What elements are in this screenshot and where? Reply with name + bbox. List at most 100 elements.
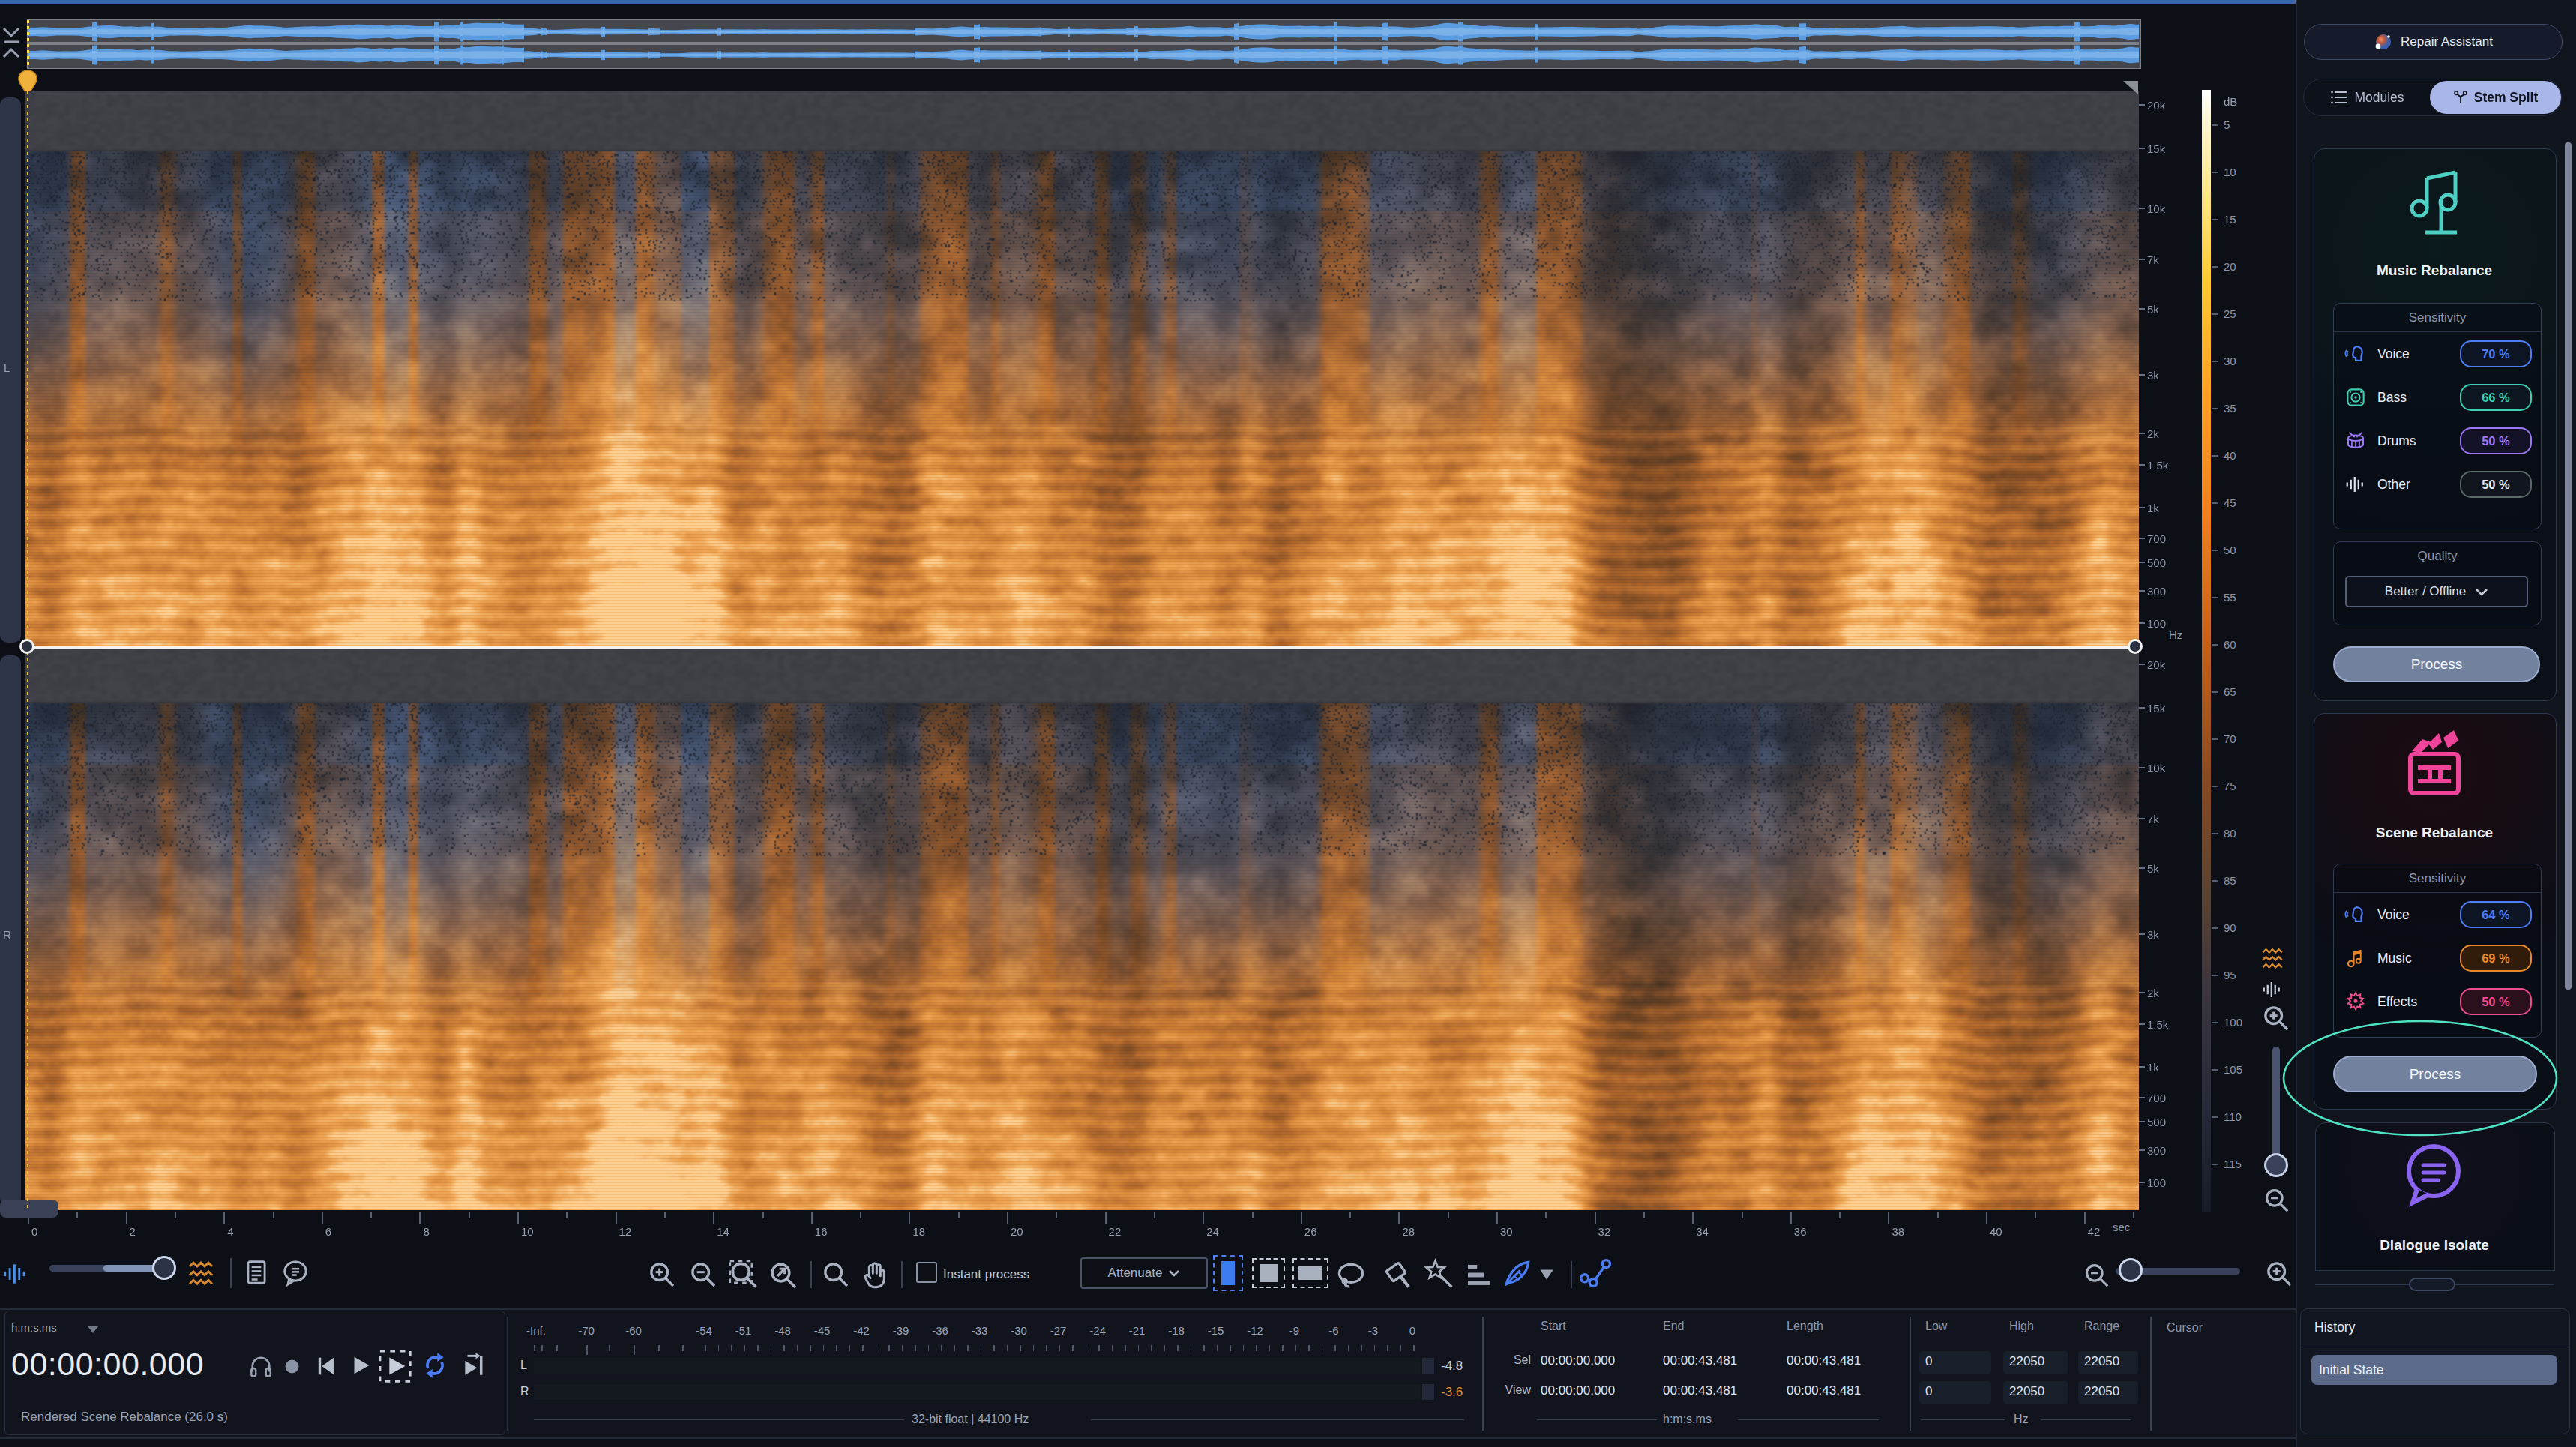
- sensitivity-value-badge[interactable]: 64 %: [2460, 901, 2532, 928]
- chevron-down-icon: [2475, 588, 2488, 596]
- adjust-bars-icon[interactable]: [1463, 1260, 1494, 1291]
- lasso-selection-icon[interactable]: [1334, 1260, 1367, 1293]
- selection-handle-right[interactable]: [2128, 639, 2143, 654]
- skip-to-start-icon[interactable]: [313, 1353, 339, 1379]
- play-icon[interactable]: [348, 1353, 373, 1378]
- instant-process-checkbox[interactable]: [916, 1262, 937, 1283]
- play-selection-icon[interactable]: [378, 1349, 412, 1383]
- selection-value[interactable]: 00:00:43.481: [1787, 1353, 1861, 1368]
- sidebar-resize-handle[interactable]: [2409, 1278, 2455, 1291]
- freq-label: 300: [2147, 585, 2166, 598]
- sensitivity-value-badge[interactable]: 50 %: [2460, 427, 2532, 454]
- overview-collapse-icon[interactable]: [1, 22, 21, 63]
- balance-slider-knob[interactable]: [152, 1256, 176, 1280]
- meter-scale-label: -36: [925, 1324, 955, 1337]
- meter-value-r: -3.6: [1441, 1385, 1463, 1400]
- db-tick: [2212, 691, 2218, 693]
- spectrogram-view-icon[interactable]: [186, 1259, 216, 1289]
- time-tick: [1349, 1212, 1351, 1218]
- loop-playback-icon[interactable]: [420, 1350, 450, 1380]
- corner-fold-icon[interactable]: [2122, 79, 2140, 96]
- meter-scale-label: -48: [768, 1324, 798, 1337]
- brush-tool-icon[interactable]: [1384, 1258, 1417, 1291]
- selection-split-line[interactable]: [25, 646, 2139, 649]
- selection-handle-left[interactable]: [19, 639, 34, 654]
- music-quality-dropdown[interactable]: Better / Offline: [2345, 576, 2528, 607]
- tab-modules[interactable]: Modules: [2304, 79, 2431, 115]
- vzoom-out-icon[interactable]: [2263, 1186, 2291, 1215]
- freq-label: 100: [2147, 617, 2166, 630]
- selection-value[interactable]: 00:00:00.000: [1541, 1353, 1615, 1368]
- time-tick: [273, 1212, 274, 1218]
- sensitivity-value-badge[interactable]: 70 %: [2460, 340, 2532, 367]
- meter-footer-line-right: [1091, 1419, 1464, 1420]
- sidebar-scrollbar[interactable]: [2565, 142, 2572, 990]
- waveform-meter-icon[interactable]: [1, 1260, 30, 1288]
- time-format-dropdown-icon[interactable]: [86, 1325, 100, 1334]
- repair-assistant-button[interactable]: Repair Assistant: [2304, 24, 2563, 60]
- db-label: 20: [2224, 260, 2236, 273]
- sensitivity-value-badge[interactable]: 50 %: [2460, 988, 2532, 1015]
- db-tick: [2212, 1116, 2218, 1118]
- playhead-time-display[interactable]: 00:00:00.000: [11, 1346, 204, 1383]
- freq-tick: [2139, 867, 2145, 869]
- magnify-icon[interactable]: [821, 1260, 851, 1290]
- freq-tick: [2139, 308, 2145, 310]
- spectrogram-view[interactable]: [25, 91, 2139, 1210]
- spectrogram-mini-icon[interactable]: [2260, 946, 2285, 972]
- meter-scale-label: -15: [1201, 1324, 1231, 1337]
- meter-tick: [954, 1345, 956, 1351]
- frequency-selection-tool[interactable]: [1292, 1258, 1328, 1288]
- record-icon[interactable]: [282, 1356, 302, 1377]
- comments-icon[interactable]: [280, 1258, 310, 1288]
- zoom-fit-icon[interactable]: [768, 1260, 799, 1291]
- time-selection-tool[interactable]: [1213, 1255, 1243, 1291]
- freq-tick: [2139, 464, 2145, 466]
- selection-value[interactable]: 00:00:43.481: [1787, 1383, 1861, 1398]
- sensitivity-value-badge[interactable]: 69 %: [2460, 945, 2532, 972]
- freq-label: 10k: [2147, 762, 2165, 774]
- meter-scale-label: -3: [1358, 1324, 1388, 1337]
- magic-wand-icon[interactable]: [1423, 1258, 1456, 1291]
- toolbar-divider: [230, 1258, 232, 1288]
- freq-tick: [2139, 622, 2145, 624]
- waveform-mini-icon[interactable]: [2261, 978, 2284, 1001]
- waveform-overview[interactable]: [27, 19, 2141, 69]
- fade-dropdown-icon[interactable]: [1537, 1265, 1556, 1284]
- meter-scale-label: -27: [1044, 1324, 1074, 1337]
- feather-fade-icon[interactable]: [1501, 1257, 1534, 1290]
- zoom-out-icon[interactable]: [688, 1260, 718, 1290]
- tab-stem-split[interactable]: Stem Split: [2430, 81, 2561, 114]
- sensitivity-label: Effects: [2377, 994, 2460, 1010]
- hzoom-in-icon[interactable]: [2264, 1259, 2294, 1289]
- zoom-selection-icon[interactable]: [727, 1258, 760, 1291]
- hand-tool-icon[interactable]: [859, 1260, 889, 1290]
- time-frequency-selection-tool[interactable]: [1252, 1258, 1285, 1288]
- history-item[interactable]: Initial State: [2311, 1355, 2557, 1385]
- meter-tick: [1020, 1345, 1021, 1351]
- hzoom-out-icon[interactable]: [2083, 1261, 2111, 1290]
- sensitivity-value-badge[interactable]: 50 %: [2460, 471, 2532, 498]
- freq-tick: [2139, 664, 2145, 665]
- meter-tick: [1177, 1345, 1179, 1351]
- selection-value[interactable]: 00:00:43.481: [1663, 1383, 1737, 1398]
- play-to-end-icon[interactable]: [460, 1351, 489, 1380]
- session-notes-icon[interactable]: [242, 1258, 271, 1287]
- process-mode-dropdown[interactable]: Attenuate: [1080, 1257, 1208, 1289]
- freq-tick: [2139, 1023, 2145, 1025]
- selection-value[interactable]: 00:00:43.481: [1663, 1353, 1737, 1368]
- sensitivity-value-badge[interactable]: 66 %: [2460, 384, 2532, 411]
- freq-label: 100: [2147, 1176, 2166, 1189]
- meter-tick: [1086, 1345, 1087, 1351]
- db-tick: [2212, 1164, 2218, 1165]
- music-process-button[interactable]: Process: [2333, 646, 2540, 682]
- selection-value[interactable]: 00:00:00.000: [1541, 1383, 1615, 1398]
- time-format-label[interactable]: h:m:s.ms: [11, 1321, 57, 1334]
- envelope-tool-icon[interactable]: [1579, 1257, 1613, 1291]
- meter-scale-label: -60: [619, 1324, 648, 1337]
- vertical-zoom-knob[interactable]: [2264, 1153, 2288, 1177]
- freq-label: 20k: [2147, 658, 2165, 671]
- zoom-in-icon[interactable]: [647, 1260, 677, 1290]
- monitor-headphones-icon[interactable]: [247, 1353, 274, 1380]
- horizontal-zoom-knob[interactable]: [2119, 1258, 2143, 1282]
